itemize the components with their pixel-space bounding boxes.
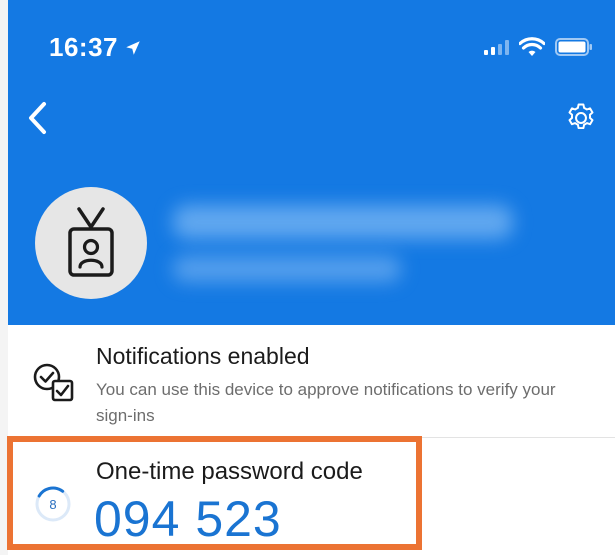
- authenticator-screen: 16:37 Notifications enabled You can use …: [0, 0, 615, 555]
- status-time: 16:37: [49, 32, 142, 63]
- id-badge-icon: [68, 207, 114, 277]
- otp-title: One-time password code: [96, 458, 363, 485]
- wifi-icon: [519, 37, 545, 56]
- otp-code[interactable]: 094 523: [94, 490, 282, 548]
- location-arrow-icon: [126, 40, 140, 55]
- settings-button[interactable]: [561, 98, 601, 138]
- back-button[interactable]: [22, 98, 54, 138]
- status-icons: [483, 37, 593, 57]
- check-circle-square-icon: [33, 363, 74, 402]
- otp-countdown-timer: 8: [33, 484, 73, 524]
- one-time-password-row[interactable]: 8 One-time password code 094 523: [8, 438, 615, 555]
- notifications-row[interactable]: Notifications enabled You can use this d…: [8, 325, 615, 438]
- account-email-redacted: [173, 256, 401, 282]
- chevron-left-icon: [29, 102, 46, 134]
- otp-timer-seconds: 8: [49, 496, 57, 512]
- account-name-redacted: [173, 205, 513, 239]
- battery-icon: [555, 38, 592, 56]
- notifications-description: You can use this device to approve notif…: [96, 380, 556, 425]
- notifications-title: Notifications enabled: [96, 343, 310, 369]
- status-bar: 16:37: [8, 0, 615, 92]
- signal-icon: [484, 40, 509, 55]
- account-avatar: [35, 187, 147, 299]
- account-header: 16:37: [8, 0, 615, 325]
- status-time-text: 16:37: [49, 32, 118, 62]
- gear-icon: [568, 103, 594, 130]
